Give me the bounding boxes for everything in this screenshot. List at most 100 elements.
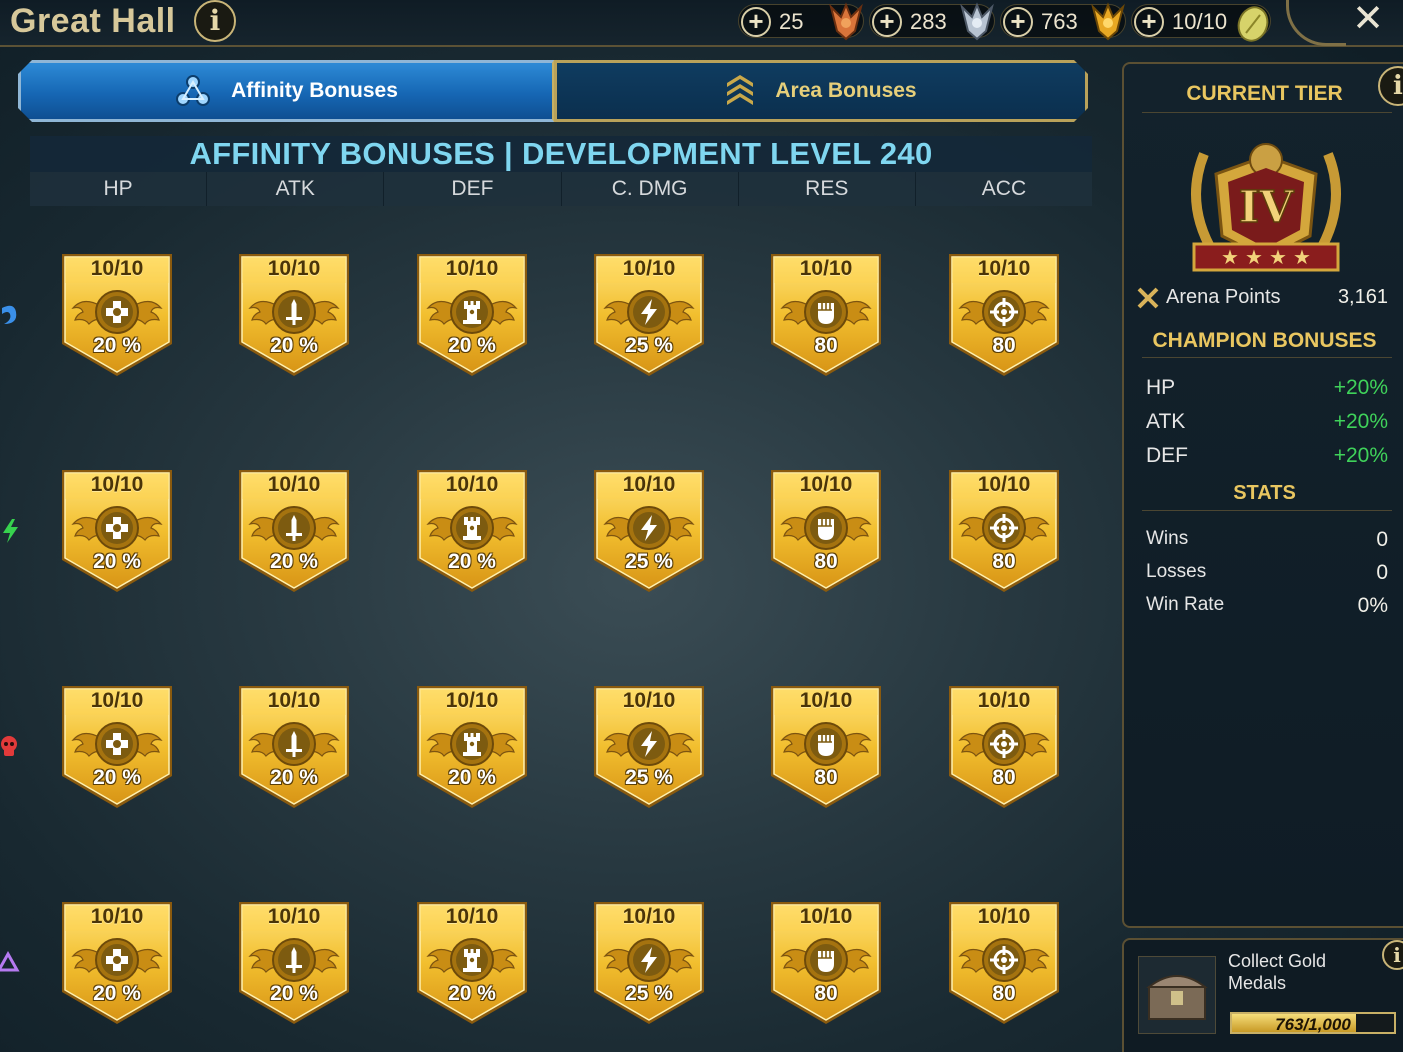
badge-value: 25 % — [625, 766, 673, 789]
badge-level: 10/10 — [267, 473, 321, 496]
affinity-bonus-badge[interactable]: 10/10 80 — [769, 252, 883, 378]
development-level-heading: AFFINITY BONUSES | DEVELOPMENT LEVEL 240 — [30, 136, 1092, 172]
resource-silver-medal: + 283 — [869, 2, 995, 41]
affinity-bonus-badge[interactable]: 10/10 20 % — [415, 900, 529, 1026]
gold-medal-progress-bar: 763/1,000 — [1230, 1012, 1396, 1034]
affinity-bonus-badge[interactable]: 10/10 20 % — [415, 252, 529, 378]
affinity-bonus-badge[interactable]: 10/10 80 — [769, 468, 883, 594]
affinity-bonus-badge[interactable]: 10/10 25 % — [592, 684, 706, 810]
badge-level: 10/10 — [267, 257, 321, 280]
badge-level: 10/10 — [622, 257, 676, 280]
affinity-bonus-badge[interactable]: 10/10 20 % — [415, 684, 529, 810]
badge-value: 25 % — [625, 550, 673, 573]
affinity-bonus-badge[interactable]: 10/10 80 — [947, 252, 1061, 378]
arena-points-value: 3,161 — [1337, 286, 1388, 308]
info-icon[interactable]: i — [194, 0, 236, 42]
badge-value: 80 — [814, 550, 838, 573]
badge-value: 20 % — [93, 334, 141, 357]
add-bronze-button[interactable]: + — [741, 7, 771, 37]
badge-level: 10/10 — [445, 473, 499, 496]
tab-area-label: Area Bonuses — [775, 79, 917, 102]
champion-bonus-row: ATK +20% — [1146, 410, 1388, 440]
tier-star-icon: ★ — [1269, 247, 1287, 269]
tier-star-icon: ★ — [1221, 247, 1239, 269]
affinity-bonus-badge[interactable]: 10/10 20 % — [237, 252, 351, 378]
affinity-bonus-badge[interactable]: 10/10 80 — [769, 684, 883, 810]
arena-token-count: 10/10 — [1172, 9, 1228, 34]
add-silver-button[interactable]: + — [872, 7, 902, 37]
stat-row: Losses 0 — [1146, 561, 1388, 591]
badge-value: 20 % — [270, 334, 318, 357]
badge-level: 10/10 — [622, 473, 676, 496]
affinity-bonus-badge[interactable]: 10/10 80 — [947, 468, 1061, 594]
affinity-bonus-badge[interactable]: 10/10 80 — [947, 684, 1061, 810]
badge-value: 80 — [992, 982, 1016, 1005]
resource-arena-token: + 10/10 — [1131, 4, 1271, 42]
close-button[interactable]: ✕ — [1350, 0, 1386, 40]
bonus-tabs: Affinity Bonuses Area Bonuses — [18, 60, 1088, 122]
badge-value: 80 — [992, 550, 1016, 573]
affinity-bonus-badge[interactable]: 10/10 25 % — [592, 252, 706, 378]
corner-ornament — [1286, 0, 1346, 46]
tier-star-icon: ★ — [1245, 247, 1263, 269]
silver-medal-icon — [960, 2, 994, 41]
champion-bonus-row: DEF +20% — [1146, 444, 1388, 474]
badge-level: 10/10 — [977, 257, 1031, 280]
add-token-button[interactable]: + — [1134, 7, 1164, 37]
column-header-cdmg: C. DMG — [562, 172, 739, 206]
stat-value: 0% — [1357, 594, 1388, 617]
affinity-bonus-badge[interactable]: 10/10 25 % — [592, 468, 706, 594]
badge-value: 25 % — [625, 334, 673, 357]
affinity-bonus-badge[interactable]: 10/10 80 — [947, 900, 1061, 1026]
affinity-bonus-badge[interactable]: 10/10 20 % — [60, 468, 174, 594]
stat-row: Win Rate 0% — [1146, 594, 1388, 624]
badge-level: 10/10 — [622, 905, 676, 928]
badge-level: 10/10 — [799, 473, 853, 496]
crossed-swords-icon — [1137, 287, 1159, 309]
badge-level: 10/10 — [799, 905, 853, 928]
badge-value: 25 % — [625, 982, 673, 1005]
affinity-bonus-badge[interactable]: 10/10 20 % — [60, 684, 174, 810]
badge-level: 10/10 — [90, 689, 144, 712]
gold-medal-quest-panel: Collect Gold Medals i 763/1,000 — [1122, 938, 1403, 1052]
medal-info-icon[interactable]: i — [1382, 940, 1403, 970]
stat-row: Wins 0 — [1146, 528, 1388, 558]
badge-value: 80 — [814, 982, 838, 1005]
affinity-bonus-badge[interactable]: 10/10 20 % — [237, 900, 351, 1026]
affinity-bonus-badge[interactable]: 10/10 20 % — [237, 684, 351, 810]
bonus-stat-value: +20% — [1333, 410, 1388, 433]
stat-label: Losses — [1146, 561, 1207, 582]
stat-label: Win Rate — [1146, 594, 1225, 615]
affinity-bonus-badge[interactable]: 10/10 20 % — [415, 468, 529, 594]
bonus-stat-value: +20% — [1333, 376, 1388, 399]
affinity-bonus-badge[interactable]: 10/10 20 % — [60, 900, 174, 1026]
badge-value: 20 % — [448, 766, 496, 789]
bronze-medal-count: 25 — [779, 9, 804, 34]
column-header-hp: HP — [30, 172, 208, 206]
badge-value: 80 — [992, 334, 1016, 357]
affinity-bonus-badge[interactable]: 10/10 20 % — [60, 252, 174, 378]
tab-area-bonuses[interactable]: Area Bonuses — [554, 60, 1088, 122]
bonus-stat-value: +20% — [1333, 444, 1388, 467]
top-bar: Great Hall i + 25 + 283 + 763 + 10/10 ✕ — [0, 0, 1403, 47]
tier-star-icon: ★ — [1293, 247, 1311, 269]
champion-bonus-row: HP +20% — [1146, 376, 1388, 406]
bonus-stat-label: HP — [1146, 376, 1176, 399]
badge-level: 10/10 — [90, 905, 144, 928]
stat-value: 0 — [1376, 561, 1388, 584]
tab-affinity-bonuses[interactable]: Affinity Bonuses — [18, 60, 554, 122]
badge-level: 10/10 — [445, 689, 499, 712]
current-tier-label: CURRENT TIER — [1186, 82, 1343, 105]
badge-level: 10/10 — [445, 905, 499, 928]
column-header-acc: ACC — [981, 177, 1027, 200]
badge-level: 10/10 — [799, 689, 853, 712]
bronze-medal-icon — [829, 2, 863, 41]
add-gold-button[interactable]: + — [1003, 7, 1033, 37]
badge-level: 10/10 — [267, 905, 321, 928]
affinity-bonus-badge[interactable]: 10/10 20 % — [237, 468, 351, 594]
spirit-affinity-icon — [1, 736, 17, 756]
badge-level: 10/10 — [799, 257, 853, 280]
affinity-bonus-badge[interactable]: 10/10 80 — [769, 900, 883, 1026]
badge-value: 20 % — [448, 550, 496, 573]
affinity-bonus-badge[interactable]: 10/10 25 % — [592, 900, 706, 1026]
